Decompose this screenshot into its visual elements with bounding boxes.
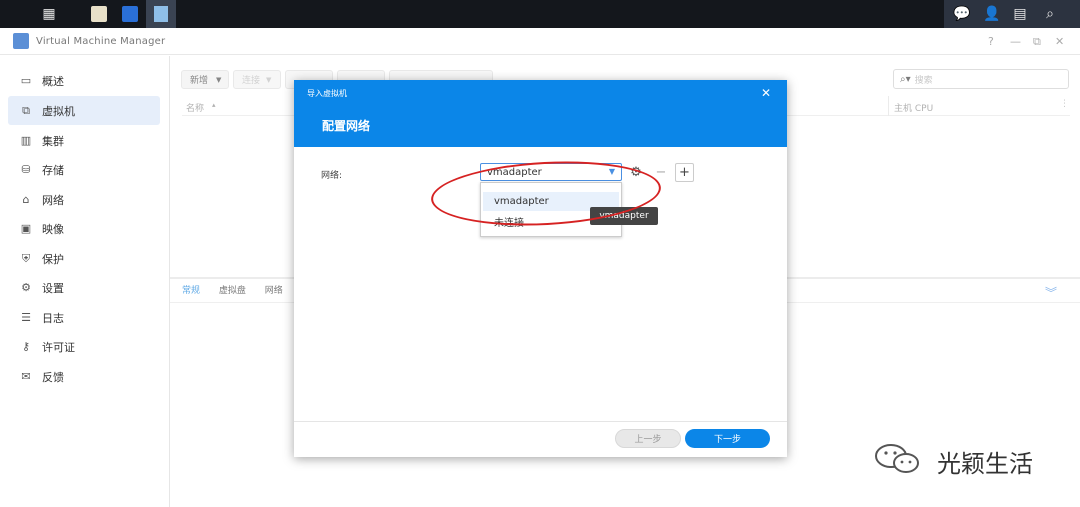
- cluster-icon: ▥: [20, 134, 32, 147]
- sidebar-item-label: 概述: [42, 74, 64, 88]
- list-icon: ☰: [21, 311, 31, 324]
- sidebar-item-protection[interactable]: ⛨ 保护: [8, 244, 160, 273]
- sidebar-item-storage[interactable]: ⛁ 存储: [8, 155, 160, 184]
- mail-icon: ✉: [21, 370, 31, 383]
- image-icon: ▣: [20, 222, 32, 235]
- sidebar-item-label: 设置: [42, 281, 64, 295]
- gear-icon: ⚙: [21, 281, 31, 294]
- minimize-icon[interactable]: —: [1010, 35, 1021, 48]
- add-network-button[interactable]: +: [675, 163, 694, 182]
- overview-icon: ▭: [20, 74, 32, 87]
- sidebar-item-license[interactable]: ⚷ 许可证: [8, 332, 160, 361]
- shield-icon: ⛨: [21, 251, 31, 265]
- window-title: Virtual Machine Manager: [36, 36, 166, 47]
- sidebar-item-label: 集群: [42, 134, 64, 148]
- sidebar-item-label: 日志: [42, 311, 64, 325]
- sidebar-item-label: 映像: [42, 222, 64, 236]
- sidebar-item-settings[interactable]: ⚙ 设置: [8, 273, 160, 302]
- storage-icon: ⛁: [21, 163, 31, 176]
- sidebar-item-cluster[interactable]: ▥ 集群: [8, 126, 160, 155]
- previous-button[interactable]: 上一步: [615, 429, 681, 448]
- sidebar-item-label: 网络: [42, 193, 64, 207]
- close-icon[interactable]: ✕: [761, 86, 771, 100]
- vmm-taskbar-icon[interactable]: [146, 0, 176, 28]
- import-vm-dialog: 导入虚拟机 ✕ 配置网络 网络: vmadapter ▼ ⚙ − + vmada…: [294, 80, 787, 457]
- main-menu-icon[interactable]: ▦: [34, 0, 64, 28]
- widget-icon[interactable]: ▤: [1006, 0, 1034, 28]
- app-icon-2[interactable]: [115, 0, 145, 28]
- help-icon[interactable]: ?: [988, 35, 994, 48]
- sidebar-item-label: 存储: [42, 163, 64, 177]
- dialog-footer-divider: [294, 421, 787, 422]
- taskbar: ▦ 💬 👤 ▤ ⌕: [0, 0, 1080, 28]
- taskbar-tray: 💬 👤 ▤ ⌕: [944, 0, 1080, 28]
- dialog-title: 导入虚拟机: [307, 89, 347, 98]
- vmm-app-icon: [13, 33, 29, 49]
- network-icon: ⌂: [22, 193, 30, 206]
- sidebar-item-label: 保护: [42, 252, 64, 266]
- vm-icon: ⧉: [22, 103, 30, 117]
- dialog-header: 导入虚拟机 ✕ 配置网络: [294, 80, 787, 147]
- sidebar-item-feedback[interactable]: ✉ 反馈: [8, 362, 160, 391]
- close-window-icon[interactable]: ✕: [1055, 35, 1064, 48]
- network-field-label: 网络:: [321, 171, 343, 181]
- app-icon-1[interactable]: [84, 0, 114, 28]
- window-titlebar: Virtual Machine Manager ? — ⧉ ✕: [0, 28, 1080, 55]
- sidebar-item-vm[interactable]: ⧉ 虚拟机: [8, 96, 160, 125]
- dialog-step-title: 配置网络: [322, 119, 371, 133]
- sidebar-item-overview[interactable]: ▭ 概述: [8, 66, 160, 95]
- next-button[interactable]: 下一步: [685, 429, 770, 448]
- user-icon[interactable]: 👤: [978, 0, 1006, 28]
- key-icon: ⚷: [21, 340, 31, 353]
- sidebar-item-image[interactable]: ▣ 映像: [8, 214, 160, 243]
- watermark-text: 光颖生活: [937, 450, 1033, 478]
- sidebar-item-label: 虚拟机: [42, 104, 75, 118]
- wechat-logo-icon: [875, 444, 919, 473]
- search-icon[interactable]: ⌕: [1036, 0, 1064, 28]
- sidebar: ▭ 概述 ⧉ 虚拟机 ▥ 集群 ⛁ 存储 ⌂ 网络 ▣ 映像 ⛨ 保护 ⚙ 设置 ☰ 日志 ⚷ 许可…: [0, 56, 170, 507]
- sidebar-item-label: 反馈: [42, 370, 64, 384]
- chat-icon[interactable]: 💬: [948, 0, 976, 28]
- restore-icon[interactable]: ⧉: [1033, 35, 1041, 49]
- sidebar-item-label: 许可证: [42, 340, 75, 354]
- sidebar-item-log[interactable]: ☰ 日志: [8, 303, 160, 332]
- sidebar-item-network[interactable]: ⌂ 网络: [8, 185, 160, 214]
